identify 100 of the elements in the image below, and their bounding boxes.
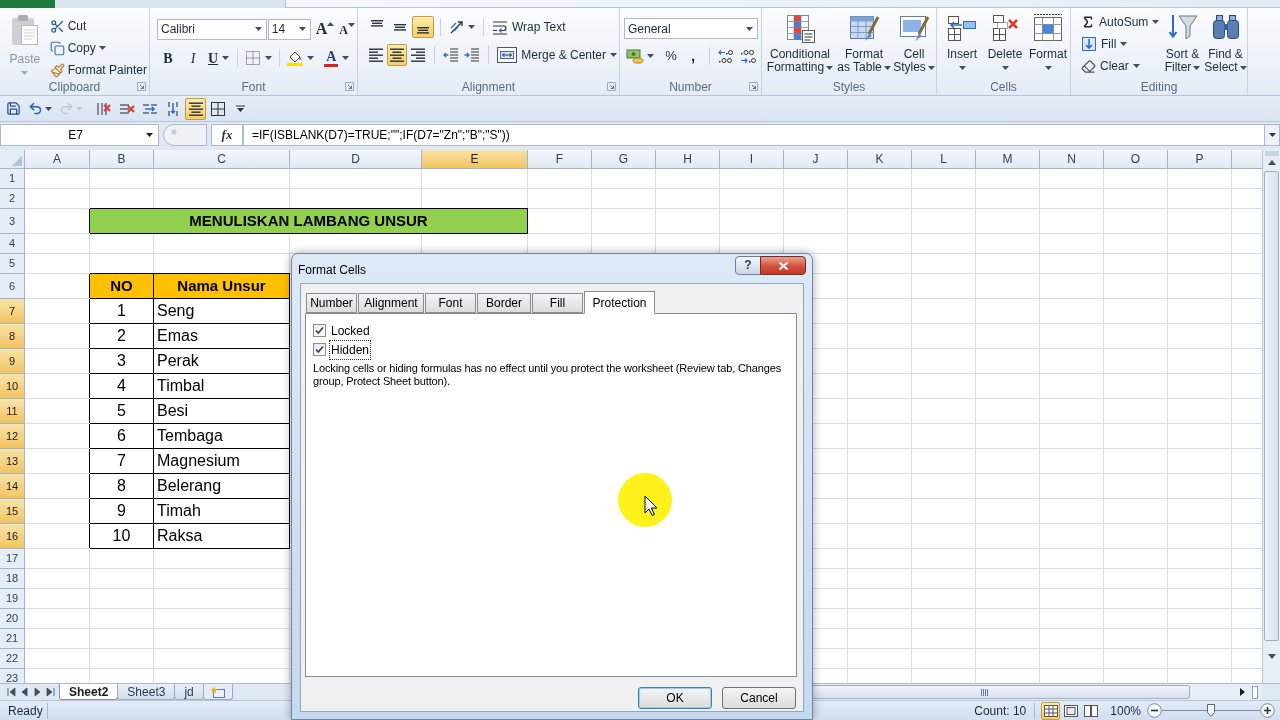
grow-font-button[interactable]: A (313, 18, 337, 40)
cell-styles-button[interactable]: Cell Styles (893, 8, 935, 78)
row-header[interactable]: 17 (0, 549, 25, 569)
column-header[interactable]: K (848, 150, 912, 169)
checkbox[interactable] (313, 343, 326, 356)
row-header[interactable]: 4 (0, 234, 25, 254)
formula-field[interactable]: =IF(ISBLANK(D7)=TRUE;"";IF(D7="Zn";"B";"S")) (243, 124, 1265, 146)
cut-button[interactable]: Cut (47, 16, 89, 36)
column-header[interactable]: G (592, 150, 656, 169)
row-header[interactable]: 11 (0, 399, 25, 424)
column-header[interactable]: O (1104, 150, 1168, 169)
align-bottom-button[interactable] (412, 16, 434, 38)
column-header[interactable]: N (1040, 150, 1104, 169)
column-header[interactable]: M (976, 150, 1040, 169)
row-header[interactable]: 9 (0, 349, 25, 374)
merge-center-button[interactable]: Merge & Center (495, 44, 620, 66)
scrollbar-thumb[interactable] (1264, 171, 1279, 641)
row-header[interactable]: 22 (0, 649, 25, 669)
dialog-launcher-icon[interactable] (137, 82, 146, 91)
dialog-tab[interactable]: Border (477, 293, 531, 313)
first-sheet-icon[interactable] (5, 686, 17, 698)
row-header[interactable]: 19 (0, 589, 25, 609)
row-header[interactable]: 12 (0, 424, 25, 449)
italic-button[interactable]: I (182, 47, 204, 69)
checkbox-label[interactable]: Locked (329, 320, 372, 341)
close-button[interactable] (760, 256, 806, 275)
help-button[interactable]: ? (735, 256, 761, 275)
last-sheet-icon[interactable] (44, 686, 56, 698)
row-header[interactable]: 5 (0, 254, 25, 274)
percent-button[interactable]: % (660, 45, 682, 67)
dialog-tab[interactable]: Number (306, 293, 357, 313)
dialog-launcher-icon[interactable] (345, 82, 354, 91)
expand-formula-bar-button[interactable] (1265, 124, 1280, 146)
row-header[interactable]: 13 (0, 449, 25, 474)
copy-button[interactable]: Copy (47, 38, 108, 58)
font-name-dropdown[interactable]: Calibri (157, 18, 267, 40)
zoom-level-button[interactable]: 100% (1110, 701, 1141, 720)
row-header[interactable]: 3 (0, 209, 25, 234)
dialog-tab[interactable]: Protection (584, 291, 655, 314)
clear-button[interactable]: Clear (1079, 56, 1142, 76)
row-header[interactable]: 8 (0, 324, 25, 349)
dialog-tab[interactable]: Fill (532, 293, 583, 313)
sheet-tab[interactable]: jd (174, 684, 204, 700)
column-header[interactable]: P (1168, 150, 1232, 169)
column-header[interactable]: L (912, 150, 976, 169)
format-button[interactable]: Format (1027, 8, 1069, 78)
row-header[interactable]: 20 (0, 609, 25, 629)
find-select-button[interactable]: Find & Select (1204, 8, 1247, 78)
bold-button[interactable]: B (157, 47, 179, 69)
row-header[interactable]: 15 (0, 499, 25, 524)
row-header[interactable]: 23 (0, 669, 25, 683)
wrap-text-button[interactable]: Wrap Text (490, 16, 568, 38)
column-header[interactable]: E (422, 150, 528, 169)
column-header[interactable]: D (290, 150, 422, 169)
zoom-out-icon[interactable] (1147, 703, 1162, 718)
dialog-launcher-icon[interactable] (749, 82, 758, 91)
name-box[interactable]: E7 (0, 124, 159, 146)
checkbox-label[interactable]: Hidden (329, 339, 372, 360)
dialog-tab[interactable]: Alignment (358, 293, 424, 313)
insert-function-button[interactable]: fx (211, 124, 243, 146)
delete-button[interactable]: Delete (984, 8, 1026, 78)
comma-style-button[interactable]: , (682, 45, 704, 67)
number-format-dropdown[interactable]: General (624, 18, 758, 39)
row-header[interactable]: 7 (0, 299, 25, 324)
dialog-tab[interactable]: Font (425, 293, 476, 313)
format-as-table-button[interactable]: Format as Table (836, 8, 892, 78)
next-sheet-icon[interactable] (31, 686, 43, 698)
vertical-scrollbar[interactable] (1262, 150, 1280, 683)
dialog-button[interactable]: Cancel (722, 687, 796, 709)
row-header[interactable]: 18 (0, 569, 25, 589)
insert-button[interactable]: Insert (941, 8, 983, 78)
row-header[interactable]: 16 (0, 524, 25, 549)
align-center-button[interactable] (185, 97, 206, 120)
shrink-font-button[interactable]: A (337, 18, 357, 40)
dialog-launcher-icon[interactable] (607, 82, 616, 91)
column-header[interactable]: J (784, 150, 848, 169)
column-header[interactable]: A (25, 150, 90, 169)
fill-button[interactable]: Fill (1079, 34, 1130, 54)
insert-sheet-button[interactable] (202, 684, 233, 700)
autosum-button[interactable]: AutoSum (1079, 12, 1162, 32)
dialog-button[interactable]: OK (638, 687, 712, 709)
column-header[interactable]: I (720, 150, 784, 169)
align-center-button[interactable] (387, 44, 408, 66)
underline-button[interactable]: U (205, 47, 233, 69)
row-header[interactable]: 10 (0, 374, 25, 399)
font-size-dropdown[interactable]: 14 (267, 18, 311, 40)
column-header[interactable]: F (528, 150, 592, 169)
sheet-tab[interactable]: Sheet3 (117, 684, 176, 700)
row-header[interactable]: 2 (0, 189, 25, 209)
zoom-in-icon[interactable] (1260, 703, 1275, 718)
zoom-slider[interactable] (1162, 703, 1260, 718)
column-header[interactable]: H (656, 150, 720, 169)
format-painter-button[interactable]: Format Painter (47, 60, 149, 80)
normal-view-button[interactable] (1041, 701, 1061, 720)
checkbox[interactable] (313, 324, 326, 337)
column-header[interactable]: B (90, 150, 154, 169)
sort-filter-button[interactable]: Sort & Filter (1161, 8, 1204, 78)
column-header[interactable]: C (154, 150, 290, 169)
slider-thumb[interactable] (1207, 703, 1215, 717)
font-color-button[interactable]: A (322, 47, 352, 69)
